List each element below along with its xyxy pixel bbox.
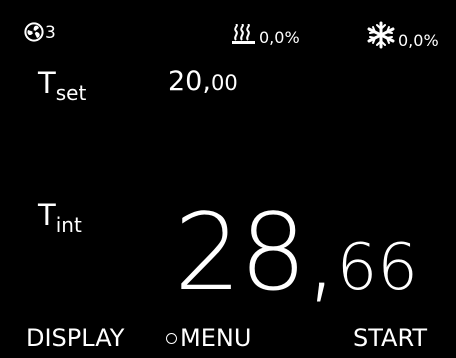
cooling-percent: 0,0% (398, 31, 439, 50)
heating-percent: 0,0% (259, 28, 300, 47)
heating-icon (231, 24, 257, 46)
menu-indicator-icon (166, 332, 177, 344)
menu-softkey-label: MENU (180, 324, 252, 352)
setpoint-value[interactable]: 20,00 (168, 67, 238, 98)
heating-status: 0,0% (231, 24, 300, 46)
pump-icon (24, 22, 44, 42)
display-softkey[interactable]: DISPLAY (26, 324, 124, 352)
internal-temp-value: 28,66 (174, 191, 419, 314)
setpoint-label: Tset (38, 66, 87, 105)
internal-temp-label: Tint (38, 198, 82, 237)
status-bar: 3 0,0% 0,0% (0, 0, 456, 60)
pump-status: 3 (24, 22, 56, 42)
pump-level: 3 (45, 23, 56, 43)
start-softkey[interactable]: START (353, 324, 427, 352)
cooling-icon (366, 21, 396, 49)
cooling-status: 0,0% (366, 21, 439, 49)
menu-softkey[interactable]: MENU (166, 324, 251, 352)
